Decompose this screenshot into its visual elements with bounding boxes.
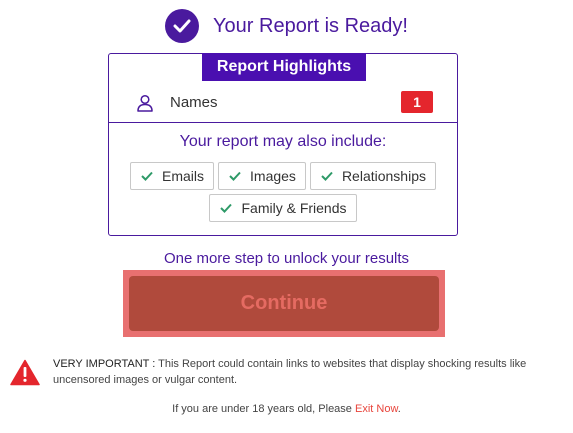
warning-label: VERY IMPORTANT : [53, 358, 156, 370]
chip-images: Images [218, 162, 306, 190]
age-notice-text: If you are under 18 years old, Please [172, 403, 355, 415]
chip-relationships: Relationships [309, 162, 436, 190]
report-ready-header: Your Report is Ready! [0, 8, 573, 44]
chip-label: Images [250, 168, 296, 184]
report-highlights-tab: Report Highlights [202, 53, 366, 81]
chip-label: Family & Friends [241, 200, 347, 216]
warning-triangle-icon [10, 359, 40, 386]
unlock-step-text: One more step to unlock your results [163, 250, 410, 267]
chip-row: Emails Images Relationships [109, 162, 457, 190]
include-title: Your report may also include: [179, 133, 387, 150]
exit-now-link[interactable]: Exit Now [355, 403, 398, 415]
page-title: Your Report is Ready! [213, 14, 408, 37]
warning-text: VERY IMPORTANT : This Report could conta… [53, 356, 563, 388]
continue-button-frame: Continue [123, 270, 445, 337]
names-label: Names [170, 94, 218, 111]
chip-label: Relationships [341, 168, 426, 184]
card-divider [109, 122, 457, 123]
chip-family-friends: Family & Friends [209, 194, 357, 222]
checkmark-icon [229, 171, 241, 181]
chip-label: Emails [162, 168, 205, 184]
chip-row: Family & Friends [109, 194, 457, 222]
age-notice: If you are under 18 years old, Please Ex… [0, 403, 573, 415]
check-circle-icon [165, 9, 200, 43]
names-row: Names 1 [109, 89, 457, 117]
checkmark-icon [321, 171, 333, 181]
age-notice-suffix: . [397, 403, 401, 415]
report-highlights-card: Report Highlights Names 1 Your report ma… [108, 53, 458, 236]
chip-emails: Emails [130, 162, 215, 190]
user-icon [137, 94, 153, 112]
warning-notice: VERY IMPORTANT : This Report could conta… [10, 356, 565, 388]
checkmark-icon [141, 171, 153, 181]
names-count-badge: 1 [401, 91, 433, 113]
checkmark-icon [220, 203, 233, 213]
continue-button[interactable]: Continue [129, 276, 439, 331]
